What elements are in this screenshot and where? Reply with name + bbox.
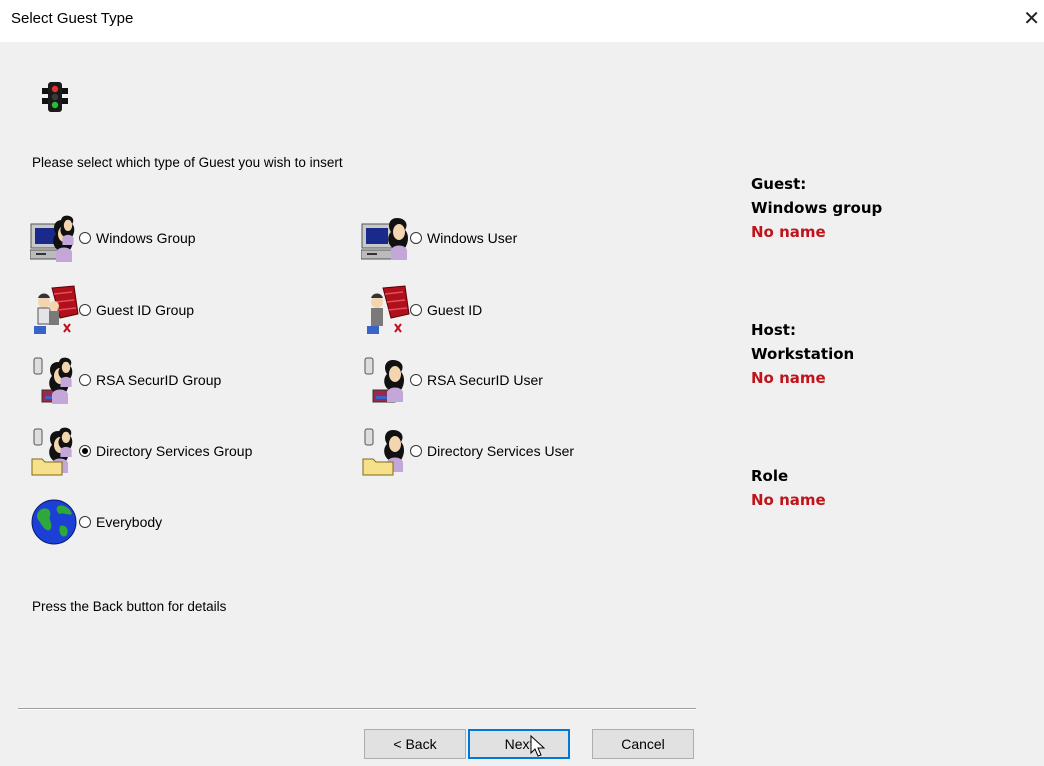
host-type: Workstation [751, 345, 855, 363]
option-label: Directory Services User [427, 443, 575, 459]
radio-rsa-securid-user[interactable] [410, 374, 422, 386]
close-icon[interactable]: ✕ [1023, 6, 1040, 31]
role-name: No name [751, 491, 826, 509]
radio-guest-id-group[interactable] [79, 304, 91, 316]
option-label: Guest ID [427, 302, 483, 318]
directory-services-user-icon [362, 428, 404, 476]
rsa-securid-group-icon [33, 357, 73, 404]
option-label: Guest ID Group [96, 302, 195, 318]
option-label: Windows Group [96, 230, 196, 246]
radio-directory-services-user[interactable] [410, 445, 422, 457]
option-label: RSA SecurID Group [96, 372, 222, 388]
globe-icon [31, 499, 77, 545]
option-rsa-securid-user[interactable]: RSA SecurID User [361, 352, 543, 408]
option-label: RSA SecurID User [427, 372, 543, 388]
radio-directory-services-group[interactable] [79, 445, 91, 457]
radio-guest-id[interactable] [410, 304, 422, 316]
option-directory-services-group[interactable]: Directory Services Group [30, 423, 252, 479]
radio-everybody[interactable] [79, 516, 91, 528]
option-everybody[interactable]: Everybody [30, 494, 162, 550]
windows-user-icon [361, 218, 408, 260]
host-label: Host: [751, 321, 796, 339]
option-windows-group[interactable]: Windows Group [30, 210, 196, 266]
option-directory-services-user[interactable]: Directory Services User [361, 423, 574, 479]
guest-id-group-icon [34, 285, 79, 334]
radio-windows-user[interactable] [410, 232, 422, 244]
host-name: No name [751, 369, 826, 387]
option-windows-user[interactable]: Windows User [361, 210, 517, 266]
host-summary: Host: Workstation No name [751, 318, 854, 390]
mouse-cursor-icon [530, 735, 546, 757]
window-title: Select Guest Type [11, 10, 134, 27]
guest-label: Guest: [751, 175, 807, 193]
radio-rsa-securid-group[interactable] [79, 374, 91, 386]
radio-windows-group[interactable] [79, 232, 91, 244]
option-label: Everybody [96, 514, 163, 530]
divider [18, 708, 696, 710]
guest-id-icon [367, 285, 410, 334]
option-rsa-securid-group[interactable]: RSA SecurID Group [30, 352, 221, 408]
role-label: Role [751, 467, 789, 485]
back-button[interactable]: < Back [364, 729, 466, 759]
rsa-securid-user-icon [364, 357, 404, 403]
title-bar: Select Guest Type ✕ [0, 0, 1044, 42]
option-label: Directory Services Group [96, 443, 253, 459]
option-guest-id-group[interactable]: Guest ID Group [30, 282, 194, 338]
directory-services-group-icon [31, 427, 73, 476]
instruction-text: Please select which type of Guest you wi… [32, 155, 343, 170]
cancel-button[interactable]: Cancel [592, 729, 694, 759]
hint-text: Press the Back button for details [32, 599, 227, 614]
next-button[interactable]: Next [468, 729, 570, 759]
option-guest-id[interactable]: Guest ID [361, 282, 482, 338]
guest-summary: Guest: Windows group No name [751, 172, 882, 244]
role-summary: Role No name [751, 464, 826, 512]
guest-type: Windows group [751, 199, 883, 217]
windows-group-icon [30, 215, 75, 262]
guest-name: No name [751, 223, 826, 241]
traffic-light-icon [42, 82, 68, 112]
option-label: Windows User [427, 230, 518, 246]
